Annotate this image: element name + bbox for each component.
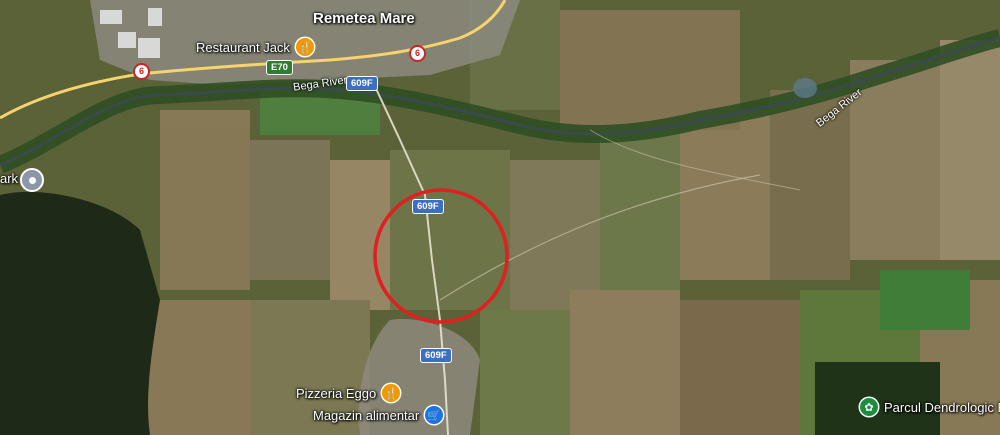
restaurant-icon: 🍴 bbox=[295, 38, 314, 56]
e70-shield: E70 bbox=[266, 60, 293, 75]
road-609f-shield: 609F bbox=[412, 199, 444, 214]
town-label[interactable]: Remetea Mare bbox=[313, 10, 415, 27]
poi-label: Parcul Dendrologic B bbox=[884, 399, 1000, 415]
poi-restaurant-jack[interactable]: Restaurant Jack 🍴 bbox=[196, 38, 314, 56]
poi-label: Magazin alimentar bbox=[313, 407, 420, 423]
route-6-shield: 6 bbox=[133, 63, 150, 80]
satellite-imagery bbox=[0, 0, 1000, 435]
poi-magazin-alimentar[interactable]: Magazin alimentar 🛒 bbox=[313, 406, 444, 424]
road-609f-shield: 609F bbox=[346, 76, 378, 91]
map-viewport[interactable]: Remetea Mare Restaurant Jack 🍴 Pizzeria … bbox=[0, 0, 1000, 435]
route-6-shield: 6 bbox=[409, 45, 426, 62]
poi-label: ark bbox=[0, 171, 19, 186]
flower-icon: ✿ bbox=[860, 398, 878, 416]
road-609f-shield: 609F bbox=[420, 348, 452, 363]
poi-pizzeria-eggo[interactable]: Pizzeria Eggo 🍴 bbox=[296, 384, 401, 402]
restaurant-icon: 🍴 bbox=[382, 384, 401, 402]
poi-parcul-dendrologic[interactable]: ✿ Parcul Dendrologic B bbox=[860, 398, 1000, 416]
poi-label: Pizzeria Eggo bbox=[296, 385, 377, 401]
poi-label: Restaurant Jack bbox=[196, 39, 290, 55]
shopping-cart-icon: 🛒 bbox=[425, 406, 444, 424]
poi-park-left[interactable]: ark bbox=[0, 171, 18, 186]
place-pin-icon[interactable] bbox=[20, 168, 44, 192]
